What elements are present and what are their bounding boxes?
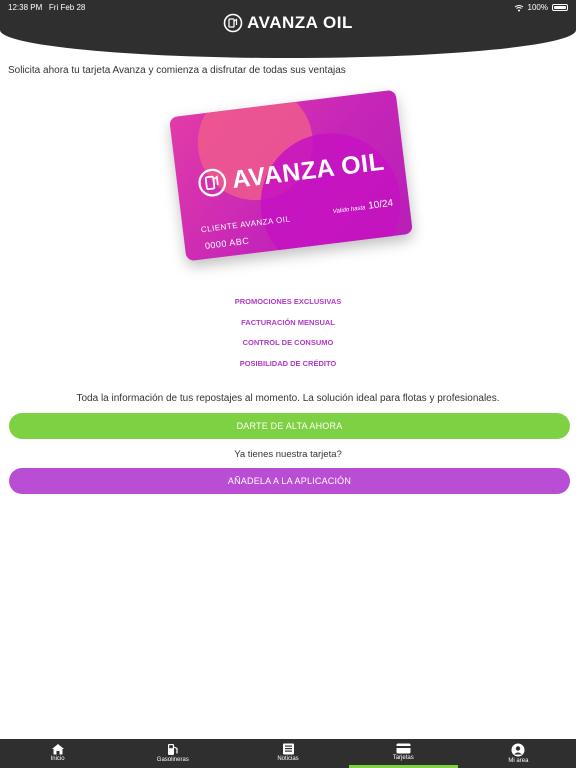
feature-item: FACTURACIÓN MENSUAL — [241, 317, 335, 327]
tab-noticias[interactable]: Noticias — [230, 739, 345, 768]
status-date: Fri Feb 28 — [48, 3, 86, 12]
tab-label: Tarjetas — [392, 755, 414, 761]
tab-mi-area[interactable]: Mi area — [461, 739, 576, 768]
feature-item: CONTROL DE CONSUMO — [242, 338, 334, 347]
tab-inicio[interactable]: Inicio — [0, 739, 115, 768]
card-icon — [396, 743, 411, 754]
status-time: 12:38 PM — [8, 3, 43, 12]
tab-tarjetas[interactable]: Tarjetas — [346, 739, 461, 768]
fuel-logo-icon — [198, 168, 227, 197]
avanza-card: AVANZA OIL CLIENTE AVANZA OIL 0000 ABC V… — [169, 89, 413, 262]
intro-text: Solicita ahora tu tarjeta Avanza y comie… — [8, 65, 346, 76]
user-icon — [511, 743, 525, 757]
home-icon — [51, 744, 64, 755]
feature-list: PROMOCIONES EXCLUSIVAS FACTURACIÓN MENSU… — [0, 296, 576, 378]
feature-item: PROMOCIONES EXCLUSIVAS — [234, 297, 342, 306]
battery-icon — [552, 4, 568, 11]
fuel-logo-icon — [223, 13, 243, 33]
battery-fill — [554, 6, 566, 9]
tab-label: Inicio — [50, 756, 65, 762]
add-card-button[interactable]: AÑADELA A LA APLICACIÓN — [9, 468, 570, 494]
header-logo: AVANZA OIL — [0, 13, 576, 33]
app-header: 12:38 PM Fri Feb 28 100% AVANZA OIL — [0, 0, 576, 58]
status-left: 12:38 PM Fri Feb 28 — [8, 3, 85, 12]
wifi-icon — [514, 4, 523, 11]
news-icon — [282, 743, 294, 755]
battery-percent: 100% — [527, 3, 548, 12]
tab-label: Mi area — [508, 758, 529, 764]
card-number: 0000 ABC — [204, 235, 250, 251]
tab-label: Noticias — [277, 756, 299, 762]
feature-item: POSIBILIDAD DE CRÉDITO — [239, 358, 337, 368]
have-card-question: Ya tienes nuestra tarjeta? — [234, 449, 342, 460]
tab-label: Gasolineras — [156, 757, 189, 763]
bottom-tab-bar: Inicio Gasolineras Noticias Tarjetas Mi … — [0, 739, 576, 768]
signup-button[interactable]: DARTE DE ALTA AHORA — [9, 413, 570, 439]
header-brand: AVANZA OIL — [247, 13, 353, 32]
info-text: Toda la información de tus repostajes al… — [76, 393, 500, 404]
tab-gasolineras[interactable]: Gasolineras — [115, 739, 230, 768]
status-right: 100% — [514, 3, 568, 12]
fuel-pump-icon — [167, 744, 178, 755]
